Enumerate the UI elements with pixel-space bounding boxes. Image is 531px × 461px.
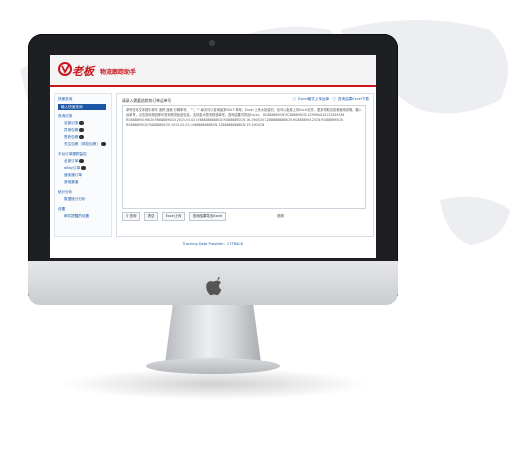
sidebar-item-abnormal[interactable]: 异常包裹	[64, 128, 85, 133]
data-provider-footer[interactable]: Tracking Data Provider：17TRACK	[50, 242, 376, 247]
sidebar-group-stats[interactable]: 统计分析	[58, 190, 72, 195]
monitor-stand	[165, 305, 261, 363]
sidebar-item-delivered[interactable]: 签收包裹	[64, 135, 85, 140]
sidebar-item-quick-input[interactable]: 输入快速查询	[58, 104, 106, 110]
header-divider	[50, 85, 376, 87]
brand-logo-icon	[58, 62, 72, 76]
query-button[interactable]: ⚲ 查询	[122, 212, 141, 221]
info-icon: ⓘ	[292, 97, 297, 101]
panel-title: 请录入需要追踪的订单运单号	[122, 98, 172, 103]
sidebar-item-label: eBay订单	[64, 166, 81, 170]
excel-upload-button[interactable]: Excel上传	[161, 212, 186, 221]
help-text: 说明	[277, 214, 284, 218]
excel-upload-link[interactable]: Excel格式上传运单	[298, 97, 329, 101]
apple-logo-icon	[206, 276, 222, 296]
sidebar-item-label: 全部记录	[64, 121, 79, 125]
sidebar-group-settings[interactable]: 设置	[58, 207, 65, 212]
sidebar: 快速查询 输入快速查询 查询记录 全部记录 异常包裹 签收包裹 关注包裹（风险包…	[54, 93, 112, 237]
sidebar-item-label: 异常包裹	[64, 128, 79, 132]
sidebar-item-all-orders[interactable]: 全部订单	[64, 159, 85, 164]
count-badge	[79, 128, 85, 132]
sidebar-item-email-alert[interactable]: 邮件提醒的设置	[64, 214, 89, 219]
sidebar-item-label: 关注包裹（风险包裹）	[64, 142, 100, 146]
panel-links: ⓘ Excel格式上传运单 ⓘ 查询结果Excel下载	[290, 97, 369, 102]
count-badge	[79, 159, 85, 163]
sidebar-item-analysis[interactable]: 数据统计分析	[64, 197, 86, 202]
sidebar-group-platform[interactable]: 平台订单跟踪监控	[58, 152, 87, 157]
sidebar-item-watched[interactable]: 关注包裹（风险包裹）	[64, 142, 106, 147]
brand-name: 老板	[72, 65, 94, 78]
brand-tagline: 物流跟踪助手	[100, 69, 137, 76]
sidebar-group-quick-query[interactable]: 快速查询	[58, 97, 72, 102]
query-panel: 请录入需要追踪的订单运单号 ⓘ Excel格式上传运单 ⓘ 查询结果Excel下载 …	[116, 93, 374, 237]
search-icon: ⚲	[126, 214, 129, 218]
sidebar-item-aliexpress[interactable]: 速卖通订单	[64, 173, 82, 178]
sidebar-item-other[interactable]: 其他渠道	[64, 180, 78, 185]
clear-button[interactable]: 清空	[143, 212, 159, 221]
sidebar-item-label: 签收包裹	[64, 135, 79, 139]
action-toolbar: ⚲ 查询 清空 Excel上传 查询结果导出Excel	[122, 212, 228, 221]
export-excel-button[interactable]: 查询结果导出Excel	[188, 212, 227, 221]
query-button-label: 查询	[129, 214, 137, 218]
app-header: 老板 物流跟踪助手	[50, 55, 376, 86]
tracking-number-input[interactable]: 单号在本文本框中填写 追踪 速卖 分隔单号。 ""，"" 每天可以查询最多500…	[122, 105, 366, 209]
count-badge	[81, 166, 87, 170]
count-badge	[100, 142, 106, 146]
sidebar-item-all-records[interactable]: 全部记录	[64, 121, 85, 126]
sidebar-item-label: 全部订单	[64, 159, 79, 163]
monitor-base	[146, 358, 280, 374]
excel-download-link[interactable]: 查询结果Excel下载	[338, 97, 369, 101]
camera-icon	[209, 40, 215, 46]
app-screen: 老板 物流跟踪助手 快速查询 输入快速查询 查询记录 全部记录 异常包裹 签收包…	[50, 55, 376, 258]
count-badge	[79, 121, 85, 125]
sidebar-item-ebay[interactable]: eBay订单	[64, 166, 87, 171]
help-icon: ⓘ	[332, 97, 336, 101]
sidebar-group-history[interactable]: 查询记录	[58, 114, 72, 119]
count-badge	[79, 135, 85, 139]
